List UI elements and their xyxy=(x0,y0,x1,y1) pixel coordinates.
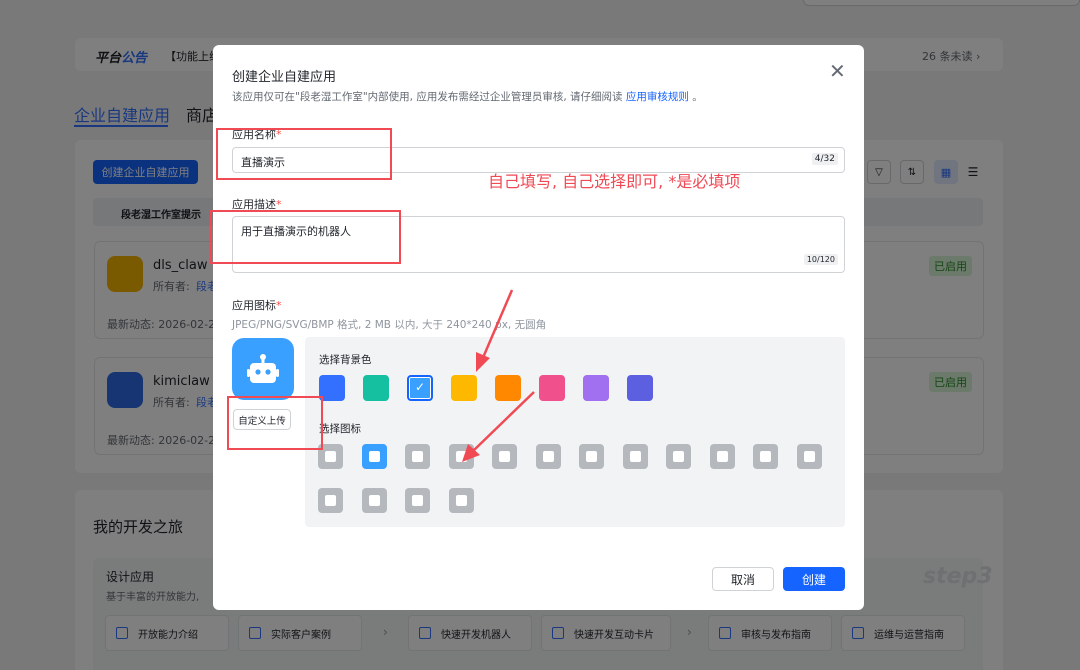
arrow-head xyxy=(476,352,490,372)
annotation-arrows xyxy=(462,289,535,462)
arrow-to-icons xyxy=(471,391,535,453)
arrow-to-colors xyxy=(480,289,514,361)
